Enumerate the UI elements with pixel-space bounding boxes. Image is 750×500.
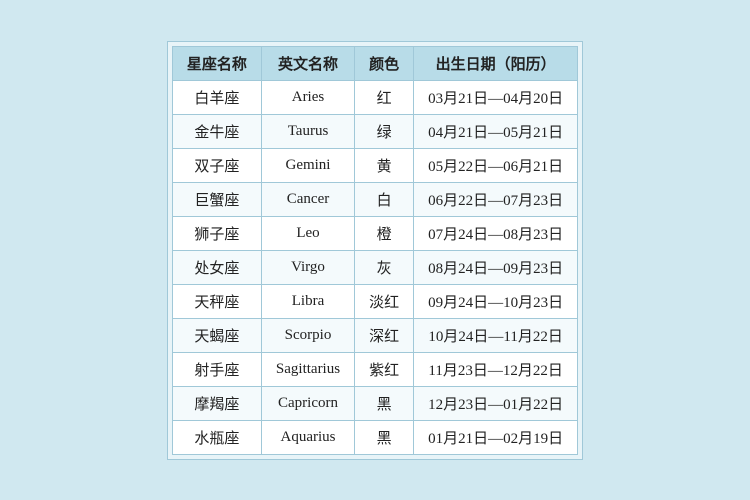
table-row: 巨蟹座Cancer白06月22日—07月23日 [172,182,577,216]
cell-dates: 05月22日—06月21日 [414,148,578,182]
table-row: 水瓶座Aquarius黑01月21日—02月19日 [172,420,577,454]
col-header-english: 英文名称 [261,46,354,80]
cell-english: Taurus [261,114,354,148]
zodiac-table-container: 星座名称 英文名称 颜色 出生日期（阳历） 白羊座Aries红03月21日—04… [167,41,583,460]
col-header-color: 颜色 [355,46,414,80]
cell-chinese: 金牛座 [172,114,261,148]
cell-chinese: 射手座 [172,352,261,386]
table-row: 射手座Sagittarius紫红11月23日—12月22日 [172,352,577,386]
zodiac-table: 星座名称 英文名称 颜色 出生日期（阳历） 白羊座Aries红03月21日—04… [172,46,578,455]
cell-chinese: 处女座 [172,250,261,284]
cell-color: 白 [355,182,414,216]
table-row: 摩羯座Capricorn黑12月23日—01月22日 [172,386,577,420]
cell-dates: 09月24日—10月23日 [414,284,578,318]
cell-chinese: 天蝎座 [172,318,261,352]
cell-color: 灰 [355,250,414,284]
table-header-row: 星座名称 英文名称 颜色 出生日期（阳历） [172,46,577,80]
cell-chinese: 摩羯座 [172,386,261,420]
cell-color: 深红 [355,318,414,352]
cell-english: Cancer [261,182,354,216]
cell-english: Sagittarius [261,352,354,386]
cell-english: Gemini [261,148,354,182]
table-row: 狮子座Leo橙07月24日—08月23日 [172,216,577,250]
col-header-chinese: 星座名称 [172,46,261,80]
cell-english: Scorpio [261,318,354,352]
cell-dates: 04月21日—05月21日 [414,114,578,148]
cell-color: 黄 [355,148,414,182]
cell-chinese: 巨蟹座 [172,182,261,216]
cell-chinese: 白羊座 [172,80,261,114]
cell-english: Capricorn [261,386,354,420]
table-row: 处女座Virgo灰08月24日—09月23日 [172,250,577,284]
cell-dates: 10月24日—11月22日 [414,318,578,352]
col-header-dates: 出生日期（阳历） [414,46,578,80]
zodiac-table-body: 白羊座Aries红03月21日—04月20日金牛座Taurus绿04月21日—0… [172,80,577,454]
cell-dates: 03月21日—04月20日 [414,80,578,114]
cell-dates: 11月23日—12月22日 [414,352,578,386]
cell-color: 红 [355,80,414,114]
table-row: 双子座Gemini黄05月22日—06月21日 [172,148,577,182]
cell-color: 黑 [355,386,414,420]
cell-chinese: 狮子座 [172,216,261,250]
cell-english: Libra [261,284,354,318]
cell-chinese: 双子座 [172,148,261,182]
cell-dates: 12月23日—01月22日 [414,386,578,420]
cell-color: 黑 [355,420,414,454]
cell-color: 淡红 [355,284,414,318]
table-row: 天秤座Libra淡红09月24日—10月23日 [172,284,577,318]
table-row: 白羊座Aries红03月21日—04月20日 [172,80,577,114]
table-row: 天蝎座Scorpio深红10月24日—11月22日 [172,318,577,352]
cell-color: 绿 [355,114,414,148]
cell-english: Aquarius [261,420,354,454]
table-row: 金牛座Taurus绿04月21日—05月21日 [172,114,577,148]
cell-dates: 01月21日—02月19日 [414,420,578,454]
cell-english: Virgo [261,250,354,284]
cell-chinese: 水瓶座 [172,420,261,454]
cell-dates: 07月24日—08月23日 [414,216,578,250]
cell-color: 紫红 [355,352,414,386]
cell-dates: 08月24日—09月23日 [414,250,578,284]
cell-dates: 06月22日—07月23日 [414,182,578,216]
cell-chinese: 天秤座 [172,284,261,318]
cell-english: Aries [261,80,354,114]
cell-color: 橙 [355,216,414,250]
cell-english: Leo [261,216,354,250]
